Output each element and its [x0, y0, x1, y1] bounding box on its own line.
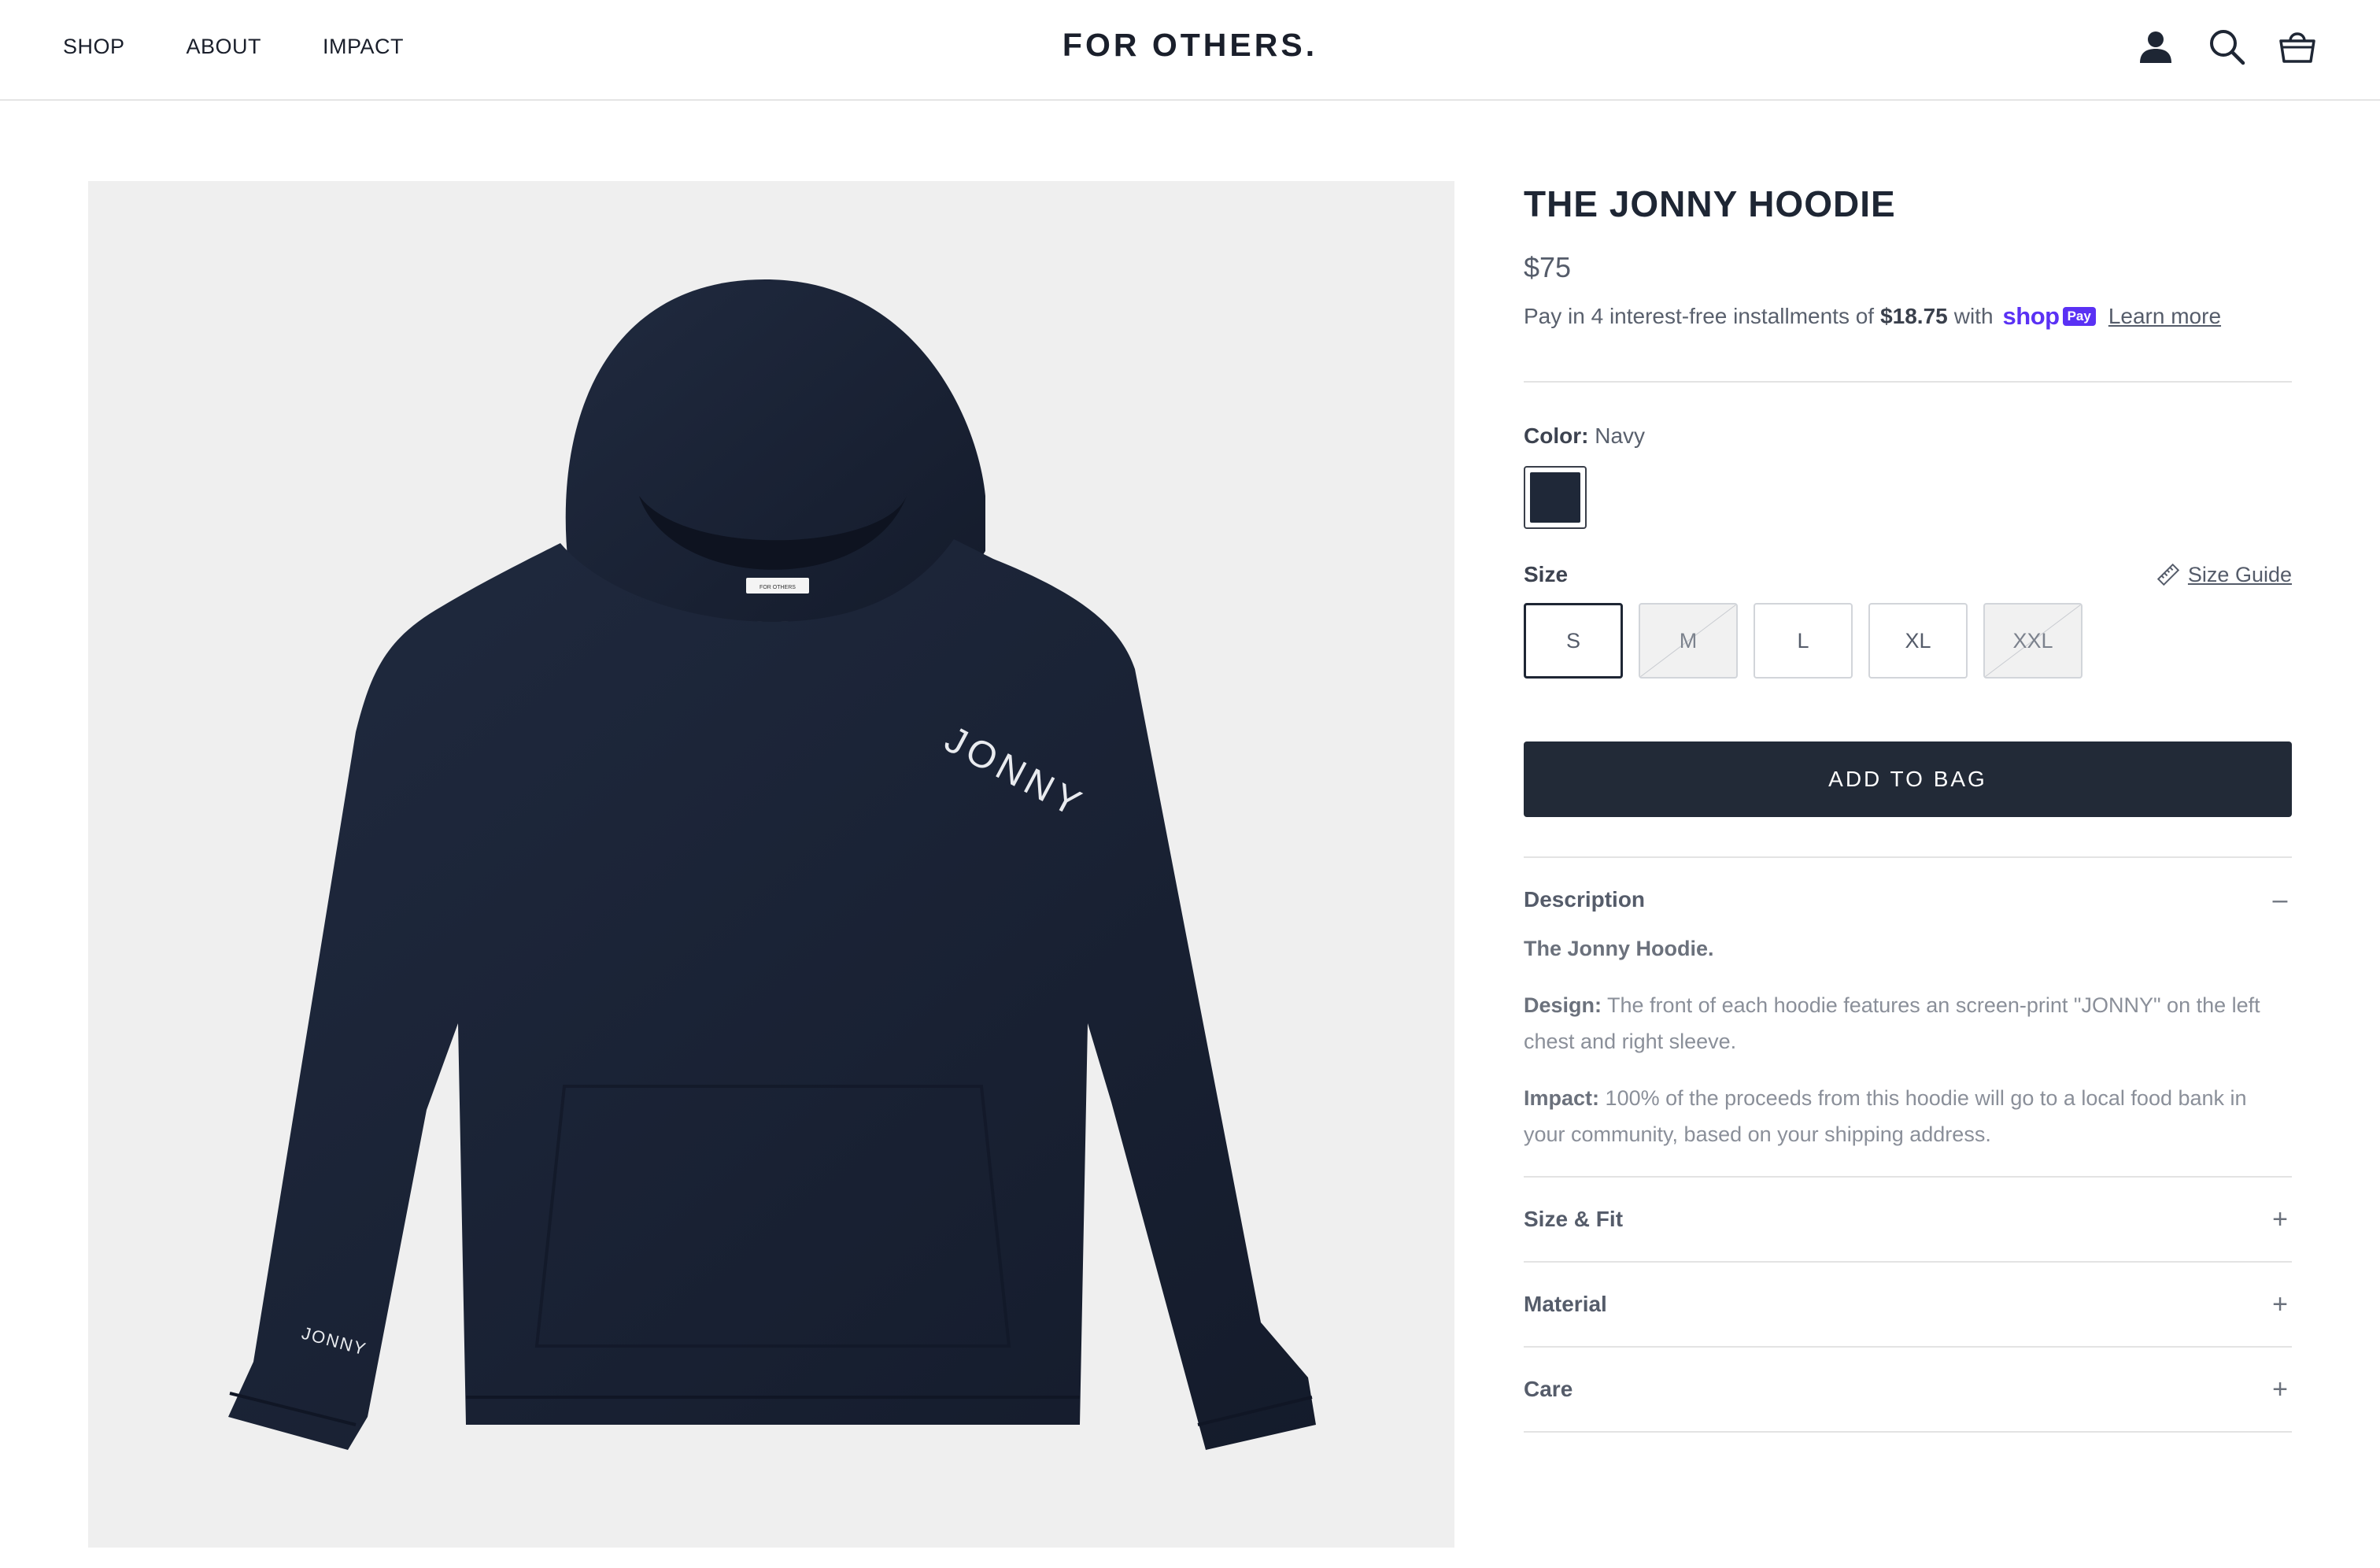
accordion-material: Material +	[1524, 1261, 2292, 1346]
accordion-care: Care +	[1524, 1346, 2292, 1433]
plus-icon: +	[2272, 1204, 2288, 1234]
size-option-label: S	[1565, 628, 1580, 653]
impact-text: 100% of the proceeds from this hoodie wi…	[1524, 1086, 2247, 1146]
accordion-title: Care	[1524, 1377, 1573, 1401]
size-option-s[interactable]: S	[1524, 603, 1623, 679]
product-price: $75	[1524, 251, 1572, 283]
size-guide-link[interactable]: Size Guide	[2156, 563, 2292, 587]
size-options: S M L XL XXL	[1524, 603, 2292, 679]
bag-icon[interactable]	[2278, 27, 2317, 66]
size-option-l[interactable]: L	[1754, 603, 1853, 679]
shop-pay-badge: Pay	[2062, 307, 2096, 326]
product-image[interactable]: FOR OTHERS JONNY JONNY	[88, 181, 1454, 1548]
accordion-header-care[interactable]: Care +	[1524, 1348, 2292, 1431]
color-key: Color:	[1524, 423, 1589, 448]
product-title: THE JONNY HOODIE	[1524, 183, 1896, 224]
design-text: The front of each hoodie features an scr…	[1524, 993, 2260, 1053]
size-option-label: M	[1679, 628, 1698, 653]
site-header: SHOP ABOUT IMPACT FOR OTHERS.	[0, 0, 2380, 101]
accordion-title: Material	[1524, 1292, 1607, 1316]
ruler-icon	[2156, 563, 2180, 586]
search-icon[interactable]	[2207, 27, 2246, 66]
description-body: The Jonny Hoodie. Design: The front of e…	[1524, 930, 2292, 1176]
color-value: Navy	[1595, 423, 1646, 448]
size-option-label: L	[1797, 628, 1809, 653]
installment-amount: $18.75	[1880, 304, 1948, 328]
neck-label-text: FOR OTHERS	[759, 585, 796, 590]
header-actions	[2136, 27, 2317, 66]
design-label: Design:	[1524, 993, 1602, 1017]
swatch-fill	[1530, 472, 1580, 523]
accordion-size-fit: Size & Fit +	[1524, 1176, 2292, 1261]
user-icon[interactable]	[2136, 27, 2175, 66]
accordion-title: Description	[1524, 887, 1646, 912]
plus-icon: +	[2272, 1289, 2288, 1319]
minus-icon: –	[2272, 884, 2288, 915]
size-option-label: XXL	[2012, 628, 2053, 653]
accordion-header-size-fit[interactable]: Size & Fit +	[1524, 1178, 2292, 1261]
accordion-header-material[interactable]: Material +	[1524, 1263, 2292, 1346]
product-info: THE JONNY HOODIE $75 Pay in 4 interest-f…	[1524, 181, 2292, 1433]
impact-label: Impact:	[1524, 1086, 1600, 1110]
learn-more-link[interactable]: Learn more	[2108, 302, 2221, 331]
description-design: Design: The front of each hoodie feature…	[1524, 987, 2292, 1060]
description-intro: The Jonny Hoodie.	[1524, 937, 1714, 960]
installments-text: Pay in 4 interest-free installments of	[1524, 304, 1875, 328]
size-option-xl[interactable]: XL	[1868, 603, 1968, 679]
color-swatch-navy[interactable]	[1524, 466, 1587, 529]
color-label: Color: Navy	[1524, 422, 2292, 450]
shop-pay-logo: shop	[2002, 302, 2060, 330]
hoodie-illustration: FOR OTHERS JONNY JONNY	[228, 279, 1316, 1450]
size-option-m[interactable]: M	[1639, 603, 1738, 679]
size-guide-text: Size Guide	[2187, 562, 2292, 586]
accordion-title: Size & Fit	[1524, 1207, 1624, 1231]
divider	[1524, 381, 2292, 383]
installments-with: with	[1953, 304, 1994, 328]
size-option-xxl[interactable]: XXL	[1983, 603, 2082, 679]
accordion-header-description[interactable]: Description –	[1524, 858, 2292, 941]
shop-pay-installments: Pay in 4 interest-free installments of $…	[1524, 302, 2292, 331]
add-to-bag-button[interactable]: ADD TO BAG	[1524, 741, 2292, 817]
plus-icon: +	[2272, 1374, 2288, 1404]
size-label: Size	[1524, 562, 1569, 586]
description-impact: Impact: 100% of the proceeds from this h…	[1524, 1080, 2292, 1152]
accordion-description: Description – The Jonny Hoodie. Design: …	[1524, 856, 2292, 1176]
size-option-label: XL	[1905, 628, 1931, 653]
size-header: Size Size Guide	[1524, 562, 2292, 587]
site-logo[interactable]: FOR OTHERS.	[0, 27, 2380, 64]
